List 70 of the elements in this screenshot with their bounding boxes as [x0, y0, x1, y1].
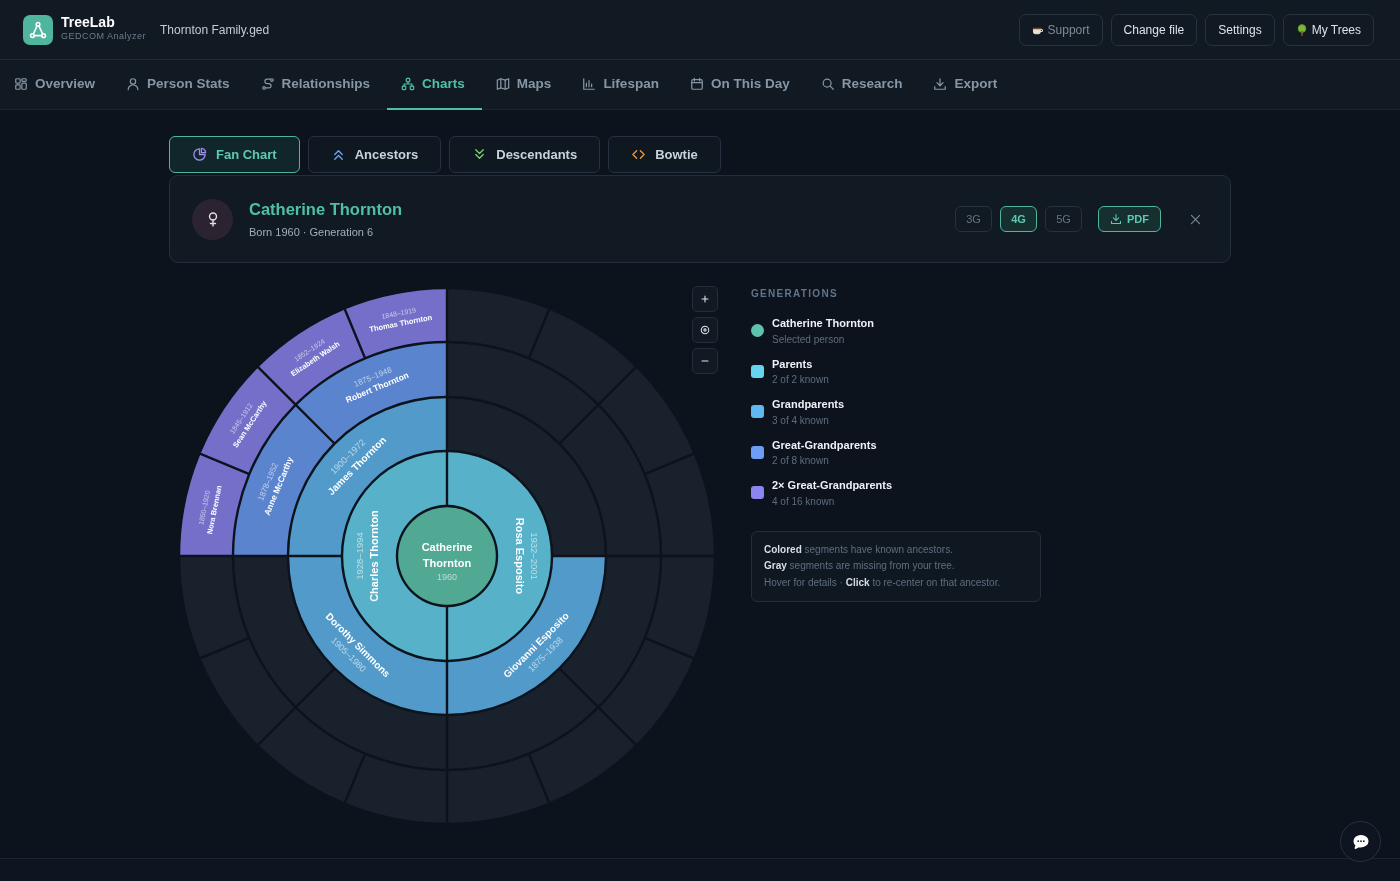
center-name: Catherine Thornton	[421, 541, 473, 569]
pie-chart-icon	[192, 147, 207, 162]
download-icon	[1110, 213, 1122, 225]
chat-button[interactable]	[1340, 821, 1381, 862]
nav-tab[interactable]: On This Day	[675, 60, 807, 110]
nav-tab[interactable]: Person Stats	[112, 60, 247, 110]
tree-icon	[1295, 23, 1308, 36]
code-brackets-icon	[631, 147, 647, 162]
header-button[interactable]: Settings	[1205, 13, 1275, 46]
fan-segment[interactable]	[180, 455, 248, 555]
info-note: Gray segments are missing from your tree.	[764, 559, 956, 573]
search-icon	[820, 77, 835, 91]
fan-segment[interactable]	[346, 289, 446, 357]
person-details: Born 1960 · Generation 6	[249, 225, 375, 241]
bar-chart-icon	[582, 77, 597, 91]
header-button[interactable]: Change file	[1110, 13, 1198, 46]
person-icon	[126, 77, 141, 91]
nav-tab[interactable]: Lifespan	[568, 60, 676, 110]
legend-count: 2 of 8 known	[772, 454, 830, 468]
legend-label: Parents	[772, 356, 814, 372]
legend-count: 4 of 16 known	[772, 494, 836, 509]
ancestor-years: 1928–1994	[354, 532, 366, 580]
generation-button[interactable]: 3G	[955, 206, 992, 232]
chart-type-button[interactable]: Bowtie	[608, 136, 721, 173]
zoom-in-button[interactable]	[692, 286, 718, 312]
legend-label: 2× Great-Grandparents	[772, 478, 893, 493]
legend-label: Grandparents	[772, 397, 845, 412]
nav-tab[interactable]: Overview	[0, 60, 113, 110]
nav-tab[interactable]: Relationships	[246, 60, 388, 110]
chat-icon	[1351, 832, 1370, 851]
download-icon	[933, 77, 948, 91]
logo-icon	[29, 20, 47, 39]
hierarchy-icon	[401, 77, 416, 91]
legend-count: Selected person	[772, 332, 846, 347]
chart-type-button[interactable]: Descendants	[449, 136, 601, 173]
generation-button[interactable]: 4G	[1000, 206, 1037, 232]
map-icon	[495, 77, 510, 91]
info-note: Colored segments have known ancestors.	[764, 542, 954, 557]
recenter-button[interactable]	[692, 317, 718, 343]
info-note: Hover for details · Click to re-center on that ancestor.	[764, 575, 1002, 590]
generation-button[interactable]: 5G	[1045, 206, 1082, 232]
chart-type-button[interactable]: Ancestors	[307, 136, 442, 173]
nav-tab[interactable]: Export	[919, 60, 1015, 110]
ancestor-name: Rosa Esposito	[514, 517, 527, 595]
header-button[interactable]: Support	[1018, 13, 1103, 46]
app-name: TreeLab	[61, 15, 116, 31]
calendar-icon	[689, 77, 704, 91]
legend-title: GENERATIONS	[751, 287, 839, 301]
close-icon	[1189, 212, 1202, 226]
legend-label: Great-Grandparents	[772, 437, 877, 453]
legend-label: Catherine Thornton	[772, 316, 875, 331]
plus-icon	[699, 293, 711, 305]
legend-count: 3 of 4 known	[772, 413, 830, 428]
person-name: Catherine Thornton	[249, 199, 403, 221]
ancestor-name: Charles Thornton	[367, 510, 380, 602]
nav-tab[interactable]: Charts	[387, 60, 482, 110]
ancestor-years: 1932–2001	[528, 532, 540, 580]
file-name: Thornton Family.ged	[160, 21, 270, 39]
legend-count: 2 of 2 known	[772, 373, 829, 387]
center-person[interactable]	[398, 507, 496, 605]
center-years: 1960	[437, 572, 457, 582]
grid-icon	[14, 77, 28, 91]
chart-type-button[interactable]: Fan Chart	[169, 136, 300, 173]
nav-tab[interactable]: Research	[806, 60, 920, 110]
route-icon	[260, 77, 275, 91]
target-icon	[699, 324, 711, 336]
header-button[interactable]: My Trees	[1282, 13, 1374, 46]
pdf-button[interactable]: PDF	[1098, 206, 1161, 232]
nav-tab[interactable]: Maps	[481, 60, 569, 110]
app-subtitle: GEDCOM Analyzer	[61, 30, 147, 44]
